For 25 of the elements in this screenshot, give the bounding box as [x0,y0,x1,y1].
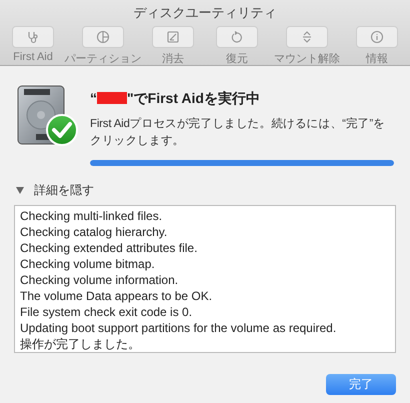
log-line: Checking catalog hierarchy. [20,224,168,240]
toolbar-label: 情報 [366,52,388,66]
toolbar-label: 復元 [226,52,248,66]
toolbar-label: パーティション [64,52,142,66]
log-line: File system check exit code is 0. [20,304,194,320]
stethoscope-icon [26,30,40,44]
log-line: Checking extended attributes file. [20,240,198,256]
log-line: Updating boot support partitions for the volume as required. [20,320,338,336]
log-line: Checking volume bitmap. [20,256,156,272]
log-line: 操作が完了しました。 [20,336,141,352]
eject-icon [300,30,314,44]
hard-drive-check-icon [16,84,80,148]
log-line: Checking multi-linked files. [20,208,164,224]
info-icon [370,30,384,44]
details-toggle[interactable]: 詳細を隠す [16,182,94,199]
pie-chart-icon [96,30,110,44]
toolbar-label: マウント解除 [274,52,340,66]
toolbar-label: 消去 [162,52,184,66]
dialog-title: “ "でFirst Aidを実行中 [90,90,261,108]
restore-icon [230,30,244,44]
window-title: ディスクユーティリティ [132,4,278,22]
log-line: The volume Data appears to be OK. [20,288,214,304]
log-line: Checking volume information. [20,272,180,288]
toolbar-label: First Aid [13,51,53,63]
dialog-message: First Aidプロセスが完了しました。続けるには、“完了”をクリックします。 [90,116,386,149]
